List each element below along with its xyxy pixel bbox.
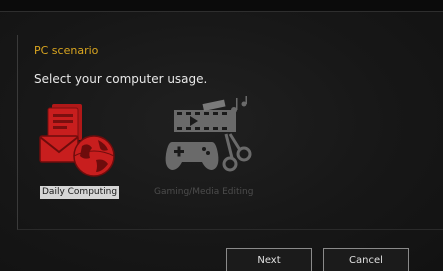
setup-wizard-screen: PC scenario Select your computer usage. bbox=[0, 0, 443, 271]
next-button[interactable]: Next bbox=[226, 248, 312, 271]
section-title: PC scenario bbox=[34, 44, 99, 57]
top-bar bbox=[0, 0, 443, 12]
option-label: Gaming/Media Editing bbox=[154, 187, 254, 197]
cancel-button[interactable]: Cancel bbox=[323, 248, 409, 271]
option-daily-computing[interactable]: Daily Computing bbox=[38, 100, 120, 204]
daily-computing-icon bbox=[38, 100, 118, 180]
instruction-text: Select your computer usage. bbox=[34, 72, 208, 86]
option-label: Daily Computing bbox=[40, 186, 120, 199]
option-gaming-media-editing[interactable]: Gaming/Media Editing bbox=[152, 96, 260, 204]
gaming-media-icon bbox=[160, 96, 252, 182]
